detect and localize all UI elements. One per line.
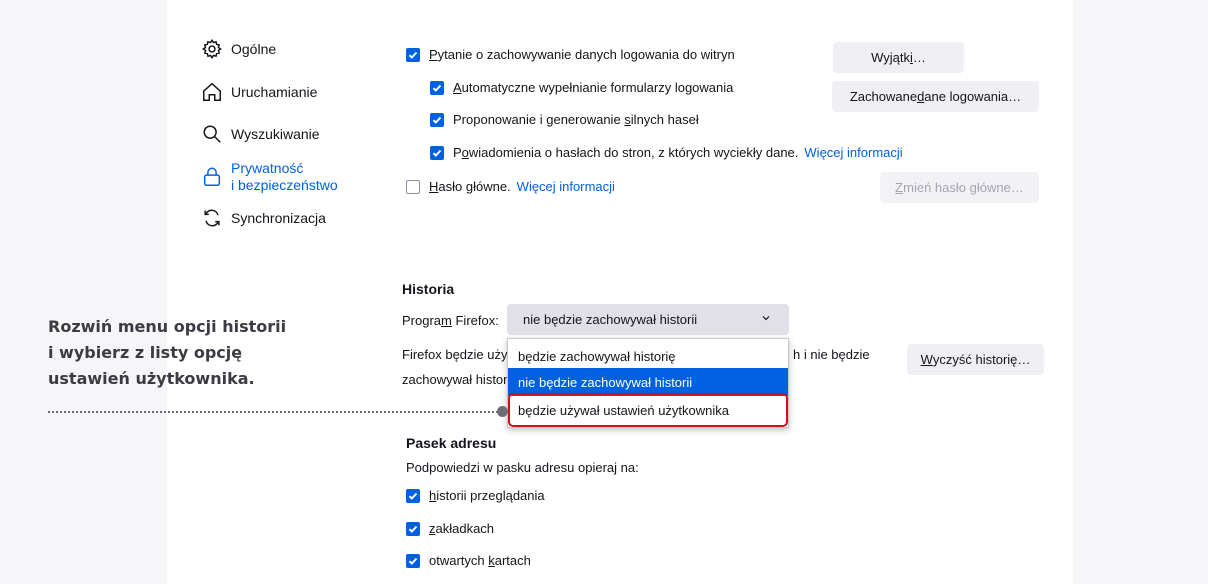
clear-history-button[interactable]: Wyczyść historię…	[907, 344, 1044, 375]
master-password-label: Hasło główne.	[429, 179, 511, 194]
exceptions-button[interactable]: Wyjątk i…	[833, 42, 964, 73]
autofill-checkbox[interactable]	[430, 80, 444, 95]
sidebar-item-label-line1: Prywatność	[231, 160, 304, 176]
autofill-label: Automatyczne wypełnianie formularzy logo…	[453, 80, 734, 95]
suggest-open-tabs-checkbox[interactable]	[406, 553, 420, 568]
checkmark-icon	[432, 116, 442, 124]
breach-learn-more-link[interactable]: Więcej informacji	[804, 145, 902, 160]
suggest-passwords-checkbox[interactable]	[430, 112, 444, 127]
lock-icon	[203, 167, 221, 186]
search-icon	[203, 125, 221, 143]
checkmark-icon	[408, 525, 418, 533]
sidebar-item-label: Synchronizacja	[231, 210, 326, 226]
sidebar-item-home[interactable]: Uruchamianie	[201, 81, 317, 103]
suggest-open-tabs-row[interactable]: otwartych kartach	[406, 553, 531, 568]
suggest-history-row[interactable]: historii przeglądania	[406, 488, 545, 503]
chevron-down-icon	[762, 316, 770, 321]
sidebar-item-label: Ogólne	[231, 41, 277, 57]
breach-alerts-label: Powiadomienia o hasłach do stron, z któr…	[453, 145, 799, 160]
breach-alerts-row[interactable]: Powiadomienia o hasłach do stron, z któr…	[430, 145, 903, 160]
history-mode-selected: nie będzie zachowywał historii	[523, 312, 698, 327]
instruction-callout: Rozwiń menu opcji historii i wybierz z l…	[48, 314, 308, 392]
suggest-passwords-label: Proponowanie i generowanie silnych haseł	[453, 112, 699, 127]
master-password-checkbox[interactable]	[406, 179, 420, 194]
master-learn-more-link[interactable]: Więcej informacji	[517, 179, 615, 194]
history-description-left2: zachowywał histor	[402, 372, 508, 387]
sidebar-item-label-line2: i bezpieczeństwo	[231, 177, 338, 193]
history-description-left1: Firefox będzie uży	[402, 347, 508, 362]
sync-icon	[204, 209, 220, 227]
address-bar-subtitle: Podpowiedzi w pasku adresu opieraj na:	[406, 460, 639, 475]
sidebar-item-general[interactable]: Ogólne	[201, 38, 276, 60]
ask-save-logins-row[interactable]: Pytanie o zachowywanie danych logowania …	[406, 47, 735, 62]
suggest-bookmarks-label: zakładkach	[429, 521, 495, 536]
sidebar-item-label: Wyszukiwanie	[231, 126, 320, 142]
checkmark-icon	[408, 557, 418, 565]
suggest-history-label: historii przeglądania	[429, 488, 545, 503]
callout-pointer-dot	[497, 406, 508, 417]
history-description-right1: h i nie będzie	[793, 347, 870, 362]
history-program-label: Program Firefox:	[402, 313, 499, 328]
address-bar-heading: Pasek adresu	[406, 435, 497, 451]
suggest-passwords-row[interactable]: Proponowanie i generowanie silnych haseł	[430, 112, 699, 127]
history-mode-select[interactable]: nie będzie zachowywał historii	[507, 304, 789, 335]
callout-line-2: i wybierz z listy opcję	[48, 343, 243, 362]
checkmark-icon	[408, 492, 418, 500]
history-heading: Historia	[402, 281, 455, 297]
history-option-never[interactable]: nie będzie zachowywał historii	[508, 368, 788, 396]
custom-option-highlight	[508, 393, 788, 427]
sidebar-item-sync[interactable]: Synchronizacja	[201, 207, 326, 229]
breach-alerts-checkbox[interactable]	[430, 145, 444, 160]
history-option-remember[interactable]: będzie zachowywał historię	[508, 342, 788, 370]
suggest-bookmarks-row[interactable]: zakładkach	[406, 521, 494, 536]
change-master-password-button[interactable]: Zmień hasło główne…	[880, 172, 1039, 203]
callout-pointer-line	[48, 411, 498, 413]
suggest-history-checkbox[interactable]	[406, 488, 420, 503]
callout-line-1: Rozwiń menu opcji historii	[48, 317, 287, 336]
checkmark-icon	[432, 149, 442, 157]
sidebar-item-label: Uruchamianie	[231, 84, 318, 100]
checkmark-icon	[408, 51, 418, 59]
gear-icon	[201, 38, 222, 60]
suggest-open-tabs-label: otwartych kartach	[429, 553, 531, 568]
ask-save-logins-checkbox[interactable]	[406, 47, 420, 62]
saved-logins-button[interactable]: Zachowane d ane logowania…	[832, 81, 1039, 112]
home-icon	[203, 82, 221, 101]
suggest-bookmarks-checkbox[interactable]	[406, 521, 420, 536]
ask-save-logins-label: Pytanie o zachowywanie danych logowania …	[429, 47, 735, 62]
sidebar-item-privacy[interactable]: Prywatność i bezpieczeństwo	[201, 160, 338, 194]
autofill-logins-row[interactable]: Automatyczne wypełnianie formularzy logo…	[430, 80, 733, 95]
callout-line-3: ustawień użytkownika.	[48, 369, 255, 388]
preferences-window: Ogólne Uruchamianie Wyszukiwanie Prywatn…	[167, 0, 1073, 584]
master-password-row[interactable]: Hasło główne. Więcej informacji	[406, 179, 615, 194]
checkmark-icon	[432, 84, 442, 92]
sidebar-item-search[interactable]: Wyszukiwanie	[201, 123, 320, 145]
